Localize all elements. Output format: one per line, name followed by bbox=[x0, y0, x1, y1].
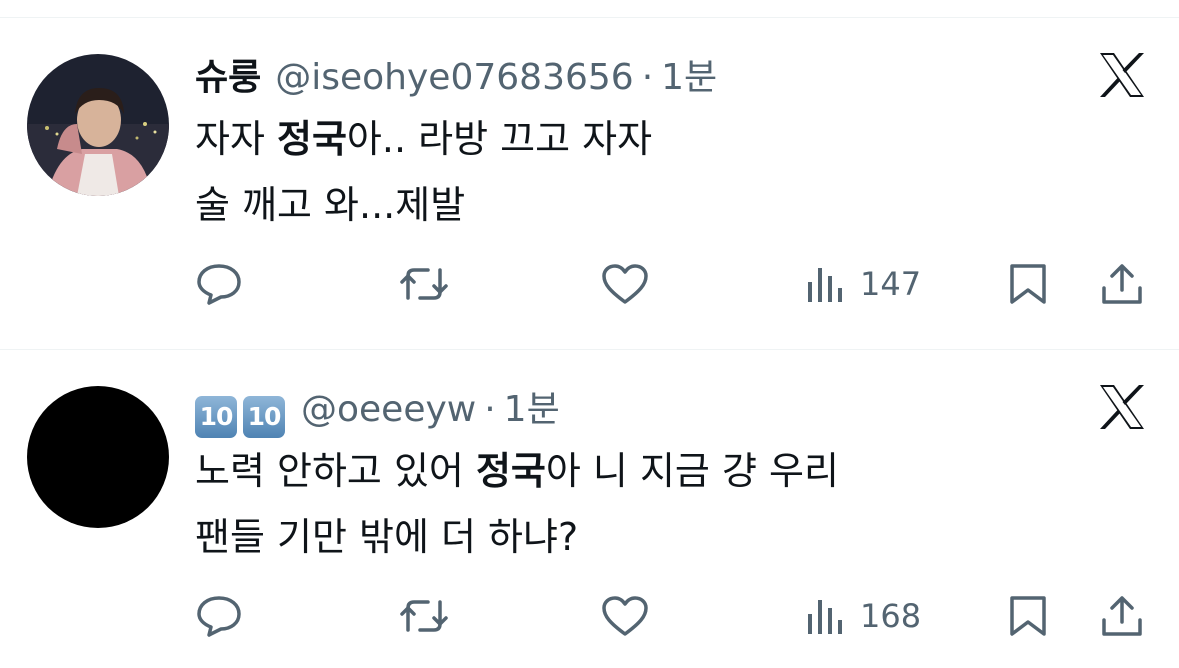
retweet-icon bbox=[400, 600, 448, 632]
reply-icon bbox=[197, 264, 241, 305]
like-button[interactable] bbox=[600, 262, 650, 306]
text-segment: 노력 안하고 있어 bbox=[195, 449, 476, 493]
avatar[interactable] bbox=[27, 54, 169, 196]
separator: · bbox=[484, 389, 496, 430]
avatar[interactable] bbox=[27, 386, 169, 528]
text-segment: 술 깨고 와...제발 bbox=[195, 183, 466, 227]
bookmark-button[interactable] bbox=[1008, 262, 1048, 306]
tweet-divider bbox=[0, 349, 1179, 350]
keycap-ten-emoji: 10 bbox=[195, 395, 237, 438]
x-logo-icon[interactable] bbox=[1097, 51, 1147, 99]
retweet-button[interactable] bbox=[398, 594, 450, 638]
views-button[interactable]: 168 bbox=[806, 594, 921, 638]
action-bar: 168 bbox=[0, 588, 1179, 644]
tweet-header: 10 10 @oeeeyw · 1분 bbox=[195, 380, 560, 438]
display-name[interactable]: 10 10 bbox=[195, 392, 291, 438]
retweet-button[interactable] bbox=[398, 262, 450, 306]
separator: · bbox=[641, 57, 654, 98]
bold-text: 정국 bbox=[475, 449, 546, 493]
reply-button[interactable] bbox=[195, 262, 243, 306]
like-icon bbox=[602, 596, 648, 636]
tweet-line: 자자 정국아.. 라방 끄고 자자 bbox=[195, 106, 652, 172]
reply-icon bbox=[197, 596, 241, 637]
tweet-line: 노력 안하고 있어 정국아 니 지금 걍 우리 bbox=[195, 438, 839, 504]
tweet-line: 팬들 기만 밖에 더 하냐? bbox=[195, 504, 839, 570]
display-name[interactable]: 슈룽 bbox=[195, 48, 261, 100]
action-bar: 147 bbox=[0, 256, 1179, 312]
retweet-icon bbox=[400, 268, 448, 300]
tweet-text: 자자 정국아.. 라방 끄고 자자 술 깨고 와...제발 bbox=[195, 106, 652, 238]
text-segment: 팬들 기만 밖에 더 하냐? bbox=[195, 515, 579, 559]
bookmark-icon bbox=[1010, 596, 1046, 636]
tweet-line: 술 깨고 와...제발 bbox=[195, 172, 652, 238]
share-icon bbox=[1102, 264, 1142, 304]
bookmark-button[interactable] bbox=[1008, 594, 1048, 638]
text-segment: 아 니 지금 걍 우리 bbox=[545, 449, 839, 493]
reply-button[interactable] bbox=[195, 594, 243, 638]
like-icon bbox=[602, 264, 648, 304]
timestamp[interactable]: 1분 bbox=[504, 380, 560, 432]
bold-text: 정국 bbox=[277, 117, 347, 161]
keycap-ten-emoji: 10 bbox=[243, 395, 285, 438]
views-count: 168 bbox=[860, 597, 922, 635]
share-button[interactable] bbox=[1100, 594, 1144, 638]
timestamp[interactable]: 1분 bbox=[661, 48, 717, 100]
views-icon bbox=[808, 268, 842, 302]
views-icon bbox=[808, 600, 842, 634]
share-button[interactable] bbox=[1100, 262, 1144, 306]
views-count: 147 bbox=[860, 265, 922, 303]
tweet-header: 슈룽 @iseohye07683656 · 1분 bbox=[195, 48, 717, 104]
handle[interactable]: @oeeeyw bbox=[301, 389, 476, 430]
share-icon bbox=[1102, 596, 1142, 636]
x-logo-icon[interactable] bbox=[1097, 383, 1147, 431]
tweet-text: 노력 안하고 있어 정국아 니 지금 걍 우리 팬들 기만 밖에 더 하냐? bbox=[195, 438, 839, 570]
handle[interactable]: @iseohye07683656 bbox=[275, 57, 633, 98]
text-segment: 자자 bbox=[195, 117, 277, 161]
bookmark-icon bbox=[1010, 264, 1046, 304]
top-divider bbox=[0, 17, 1179, 18]
like-button[interactable] bbox=[600, 594, 650, 638]
text-segment: 아.. 라방 끄고 자자 bbox=[346, 117, 653, 161]
views-button[interactable]: 147 bbox=[806, 262, 921, 306]
